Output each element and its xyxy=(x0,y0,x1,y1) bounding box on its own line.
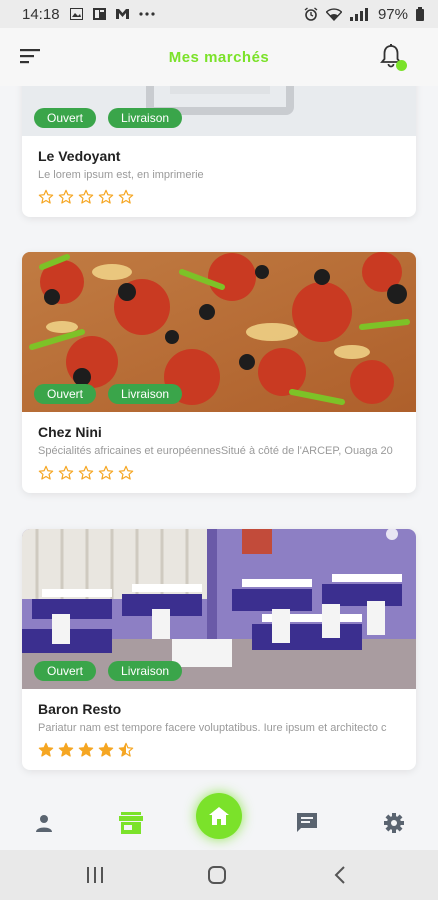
signal-icon xyxy=(349,7,368,21)
wifi-icon xyxy=(325,7,342,21)
star-icon xyxy=(118,742,134,757)
star-icon xyxy=(98,742,114,757)
app-bar: Mes marchés xyxy=(0,28,438,86)
market-name: Chez Nini xyxy=(38,424,102,440)
market-description: Spécialités africaines et européennesSit… xyxy=(38,445,393,457)
star-icon xyxy=(58,742,74,757)
nav-profile[interactable] xyxy=(29,808,59,838)
notification-dot xyxy=(396,60,407,71)
star-icon xyxy=(98,189,114,204)
star-icon xyxy=(78,189,94,204)
status-bar: 14:18 97% xyxy=(0,0,438,28)
star-icon xyxy=(38,742,54,757)
rating-stars xyxy=(38,189,400,205)
news-icon xyxy=(92,8,106,20)
market-image: Ouvert Livraison xyxy=(22,252,416,412)
system-home-icon xyxy=(208,866,226,884)
market-image: Ouvert Livraison xyxy=(22,86,416,136)
more-icon xyxy=(138,12,155,16)
mail-icon xyxy=(115,9,129,19)
home-icon xyxy=(209,807,229,825)
badge-row: Ouvert Livraison xyxy=(34,108,183,128)
delivery-badge: Livraison xyxy=(108,661,183,681)
recent-apps-icon xyxy=(87,867,103,883)
market-description: Pariatur nam est tempore facere voluptat… xyxy=(38,722,387,734)
nav-messages[interactable] xyxy=(292,808,322,838)
market-card[interactable]: Ouvert Livraison Le Vedoyant Le lorem ip… xyxy=(22,86,416,217)
battery-icon xyxy=(416,7,424,21)
back-icon xyxy=(334,866,345,884)
bottom-navigation xyxy=(0,793,438,850)
alarm-icon xyxy=(304,7,318,21)
market-description: Le lorem ipsum est, en imprimerie xyxy=(38,169,204,181)
delivery-badge: Livraison xyxy=(108,108,183,128)
rating-stars xyxy=(38,742,400,758)
star-icon xyxy=(78,465,94,480)
badge-row: Ouvert Livraison xyxy=(34,661,183,681)
market-image: Ouvert Livraison xyxy=(22,529,416,689)
rating-stars xyxy=(38,465,400,481)
menu-icon xyxy=(20,49,40,64)
star-icon xyxy=(58,189,74,204)
home-button[interactable] xyxy=(196,793,242,839)
status-badge: Ouvert xyxy=(34,108,97,128)
star-icon xyxy=(98,465,114,480)
market-name: Le Vedoyant xyxy=(38,148,121,164)
settings-icon xyxy=(384,813,404,833)
market-card[interactable]: Ouvert Livraison Chez Nini Spécialités a… xyxy=(22,252,416,493)
nav-store[interactable] xyxy=(116,808,146,838)
chat-icon xyxy=(297,813,317,832)
delivery-badge: Livraison xyxy=(108,384,183,404)
system-home-button[interactable] xyxy=(206,864,228,886)
recent-apps-button[interactable] xyxy=(84,864,106,886)
menu-button[interactable] xyxy=(20,47,40,65)
profile-icon xyxy=(36,815,52,832)
star-icon xyxy=(78,742,94,757)
status-badge: Ouvert xyxy=(34,661,97,681)
star-icon xyxy=(118,465,134,480)
status-badge: Ouvert xyxy=(34,384,97,404)
system-navigation xyxy=(0,850,438,900)
markets-list[interactable]: Ouvert Livraison Le Vedoyant Le lorem ip… xyxy=(0,86,438,796)
star-icon xyxy=(38,189,54,204)
star-icon xyxy=(38,465,54,480)
nav-settings[interactable] xyxy=(379,808,409,838)
notifications-button[interactable] xyxy=(380,44,407,72)
back-button[interactable] xyxy=(329,864,351,886)
badge-row: Ouvert Livraison xyxy=(34,384,183,404)
star-icon xyxy=(58,465,74,480)
page-title: Mes marchés xyxy=(168,48,270,66)
market-card[interactable]: Ouvert Livraison Baron Resto Pariatur na… xyxy=(22,529,416,770)
status-time: 14:18 xyxy=(22,5,60,23)
image-icon xyxy=(69,8,83,20)
star-icon xyxy=(118,189,134,204)
store-icon xyxy=(119,812,143,834)
battery-percent: 97% xyxy=(377,5,408,23)
market-name: Baron Resto xyxy=(38,701,122,717)
